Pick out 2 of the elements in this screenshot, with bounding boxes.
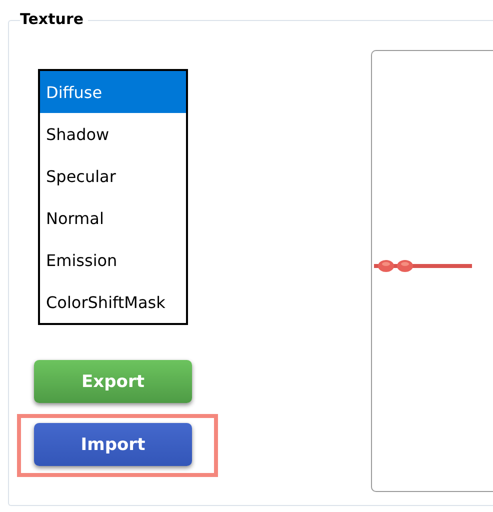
import-button[interactable]: Import: [34, 423, 192, 466]
list-item[interactable]: Diffuse: [40, 71, 186, 113]
